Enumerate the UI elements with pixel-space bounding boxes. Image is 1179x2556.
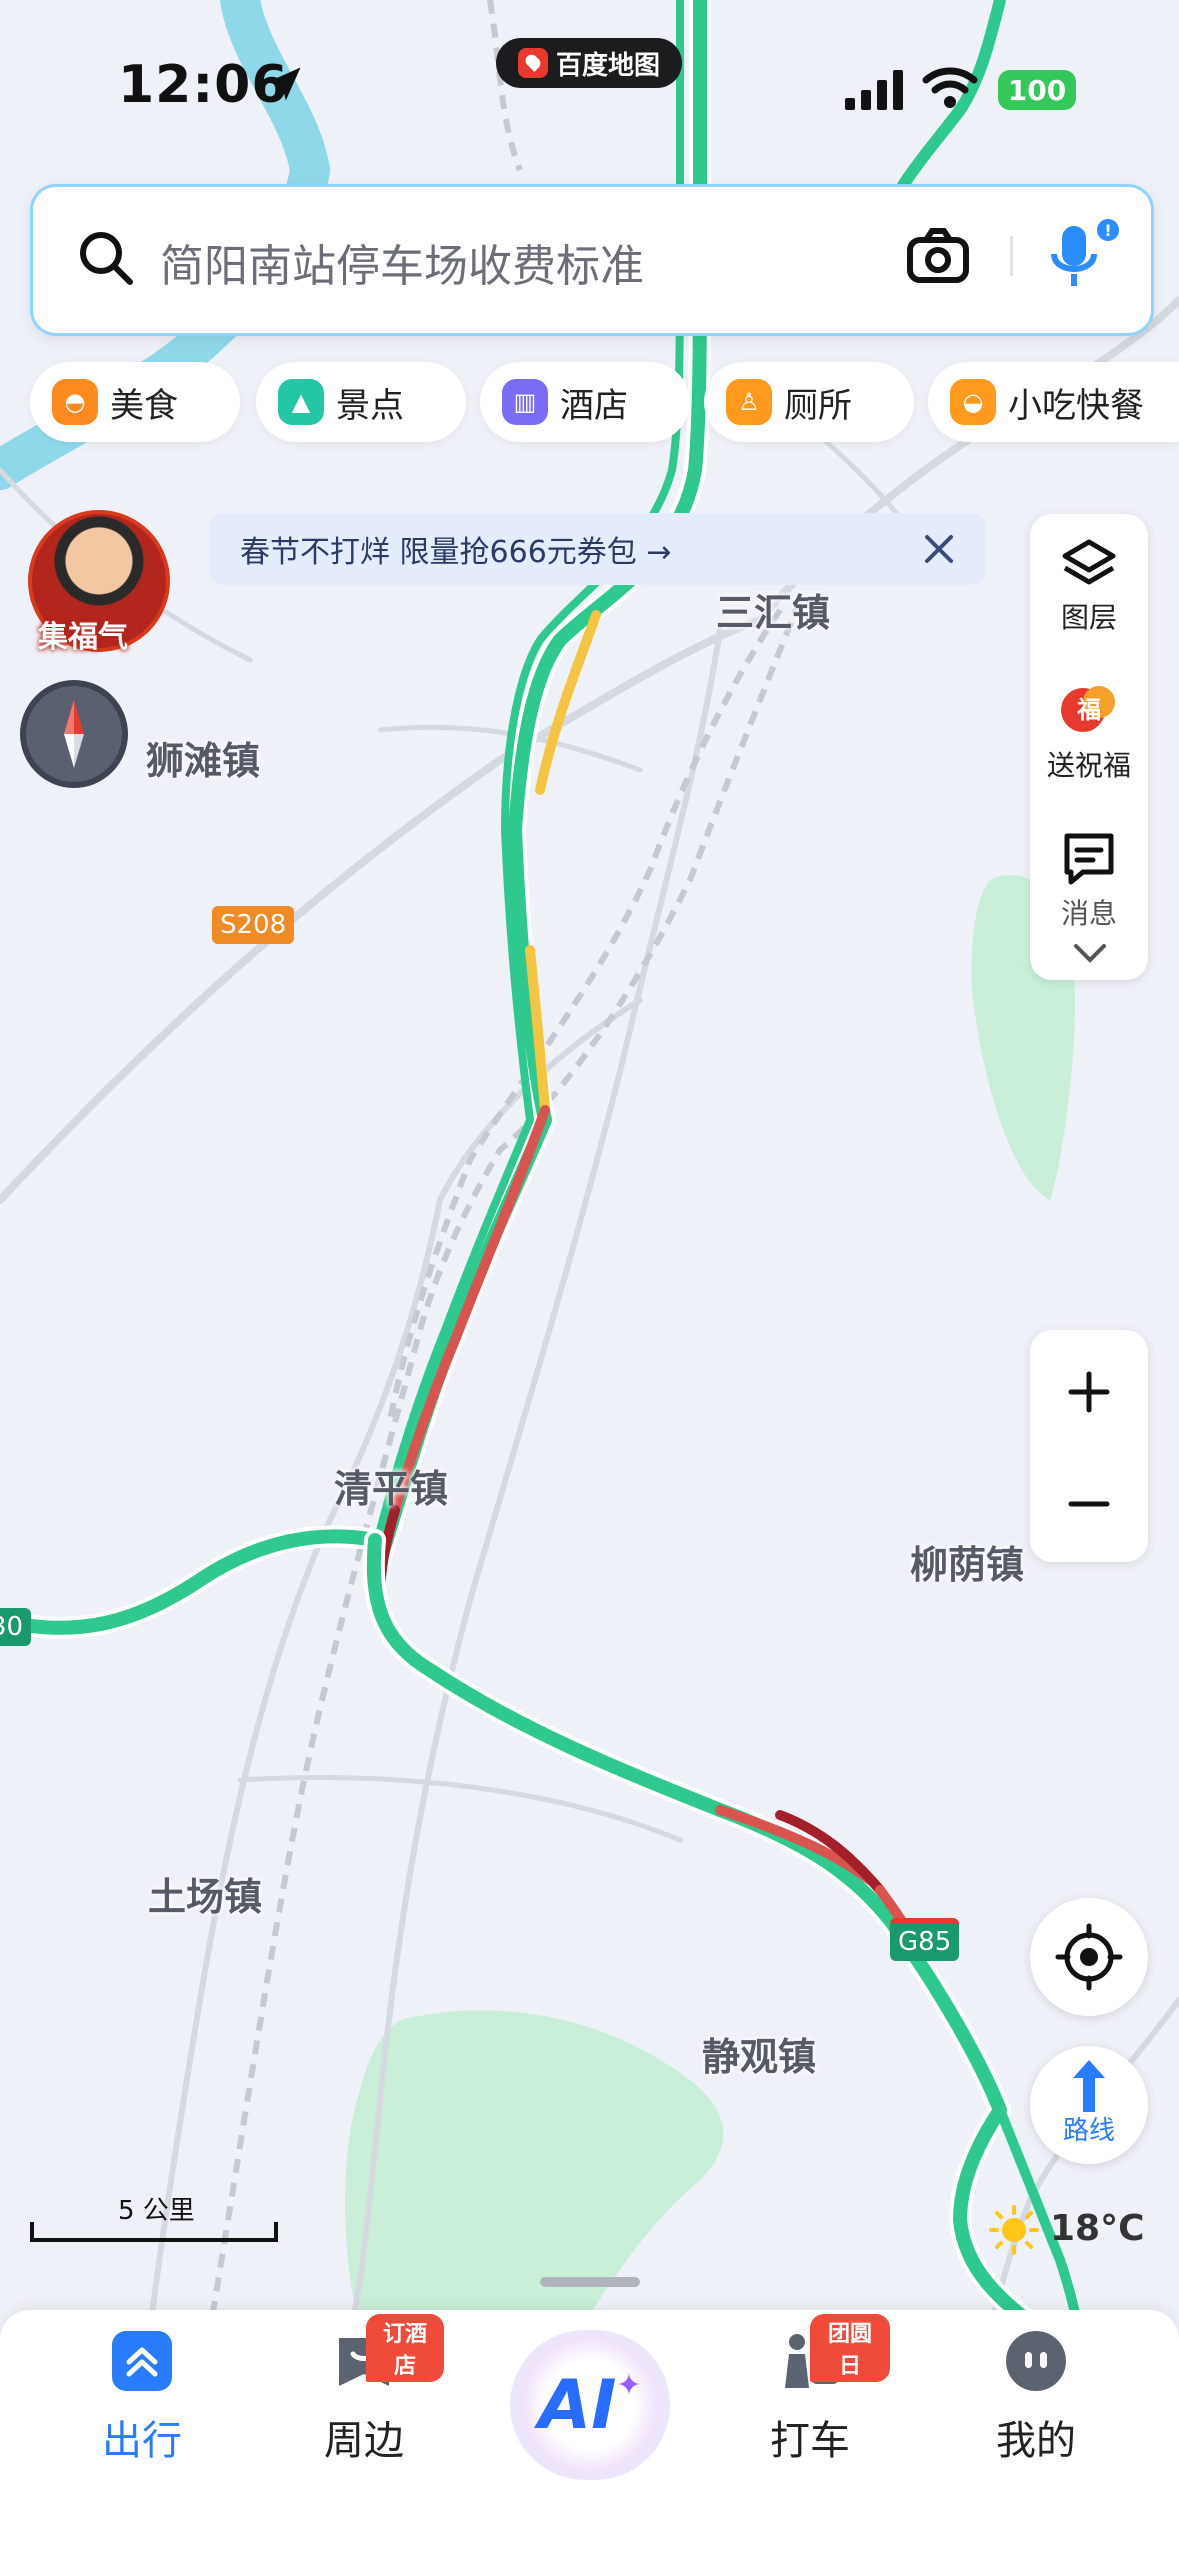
camera-icon[interactable] <box>906 226 970 290</box>
battery-indicator: 100 <box>998 70 1076 110</box>
sheet-handle[interactable] <box>540 2277 640 2287</box>
scenery-icon: ▲ <box>278 379 324 425</box>
tab-taxi[interactable]: 打车 团圆日 <box>730 2314 890 2466</box>
search-icon <box>76 228 136 292</box>
blessing-label: 送祝福 <box>1046 749 1131 782</box>
location-arrow-icon <box>262 62 306 110</box>
hotel-icon: ▥ <box>502 379 548 425</box>
road-shield-edge: 30 <box>0 1608 32 1646</box>
tab-nearby[interactable]: 周边 订酒店 <box>284 2314 444 2466</box>
town-label: 土场镇 <box>148 1875 263 1919</box>
chip-toilet[interactable]: ♙ 厕所 <box>704 362 914 442</box>
messages-label: 消息 <box>1060 897 1117 930</box>
avatar-label: 集福气 <box>38 620 128 655</box>
tab-ai[interactable]: AI ✦ <box>510 2330 670 2480</box>
tab-me-label: 我的 <box>996 2418 1076 2464</box>
blessing-icon: 福 <box>1030 676 1148 744</box>
message-icon <box>1030 828 1148 892</box>
town-label: 清平镇 <box>334 1467 449 1511</box>
town-label: 柳荫镇 <box>910 1543 1025 1587</box>
layers-label: 图层 <box>1060 601 1117 634</box>
chip-hotel[interactable]: ▥ 酒店 <box>480 362 690 442</box>
chip-sights[interactable]: ▲ 景点 <box>256 362 466 442</box>
tab-taxi-label: 打车 <box>770 2418 850 2464</box>
locate-icon <box>1055 1923 1123 1991</box>
voice-mic-icon[interactable]: ! <box>1040 216 1120 300</box>
tab-me[interactable]: 我的 <box>956 2328 1116 2466</box>
wifi-icon <box>922 66 978 114</box>
app-pill-label: 百度地图 <box>555 50 660 81</box>
park-area <box>345 2010 724 2330</box>
road-shield-s208: S208 <box>212 906 295 944</box>
search-divider <box>1010 236 1013 276</box>
app-pill[interactable]: 百度地图 <box>496 38 682 88</box>
sun-icon <box>988 2204 1040 2260</box>
chip-food[interactable]: ◓ 美食 <box>30 362 240 442</box>
sparkle-icon: ✦ <box>616 2367 642 2403</box>
compass-icon[interactable] <box>20 680 128 788</box>
messages-button[interactable]: 消息 <box>1030 828 1148 932</box>
tab-travel[interactable]: 出行 <box>62 2328 222 2466</box>
close-icon[interactable] <box>922 532 956 570</box>
scale-bar <box>30 2222 278 2242</box>
zoom-out-button[interactable] <box>1030 1454 1148 1554</box>
signal-icon <box>845 70 907 114</box>
road-shield-g85: G85 <box>890 1918 960 1961</box>
town-label: 静观镇 <box>702 2035 817 2079</box>
route-button[interactable]: 路线 <box>1030 2046 1148 2164</box>
hotel-badge: 订酒店 <box>366 2314 444 2382</box>
plus-icon <box>1068 1371 1110 1413</box>
bottom-tab-bar: 出行 周边 订酒店 AI ✦ 打车 团圆日 我的 <box>0 2310 1179 2556</box>
promo-text: 春节不打烊 限量抢666元券包 → <box>240 535 672 570</box>
promo-banner[interactable]: 春节不打烊 限量抢666元券包 → <box>210 513 986 585</box>
layers-icon <box>1030 536 1148 596</box>
toilet-icon: ♙ <box>726 379 772 425</box>
chip-sights-label: 景点 <box>336 385 404 426</box>
snack-icon: ◒ <box>950 379 996 425</box>
chevron-down-icon[interactable] <box>1070 940 1110 970</box>
tab-nearby-label: 周边 <box>324 2418 404 2464</box>
chip-snacks-label: 小吃快餐 <box>1008 385 1144 426</box>
locate-button[interactable] <box>1030 1898 1148 2016</box>
weather-temp: 18°C <box>1050 2208 1145 2249</box>
town-label: 三汇镇 <box>716 591 831 635</box>
blessing-button[interactable]: 福 送祝福 <box>1030 676 1148 784</box>
layers-button[interactable]: 图层 <box>1030 536 1148 636</box>
route-arrow-icon <box>1030 2046 1148 2120</box>
chip-toilet-label: 厕所 <box>784 385 852 426</box>
tab-travel-label: 出行 <box>102 2418 182 2464</box>
route-label: 路线 <box>1062 2116 1115 2146</box>
chip-hotel-label: 酒店 <box>560 385 628 426</box>
reunion-badge: 团圆日 <box>810 2314 890 2382</box>
chip-snacks[interactable]: ◒ 小吃快餐 <box>928 362 1179 442</box>
baidu-map-logo-icon <box>517 48 548 78</box>
town-label: 狮滩镇 <box>146 739 261 783</box>
svg-text:!: ! <box>1104 221 1111 240</box>
travel-icon <box>112 2331 172 2391</box>
chip-food-label: 美食 <box>110 385 178 426</box>
ai-label: AI <box>538 2365 617 2445</box>
zoom-in-button[interactable] <box>1030 1342 1148 1442</box>
search-input[interactable]: 简阳南站停车场收费标准 <box>160 230 644 294</box>
profile-icon <box>1006 2331 1066 2391</box>
minus-icon <box>1068 1501 1110 1507</box>
svg-text:福: 福 <box>1076 696 1101 724</box>
food-icon: ◓ <box>52 379 98 425</box>
